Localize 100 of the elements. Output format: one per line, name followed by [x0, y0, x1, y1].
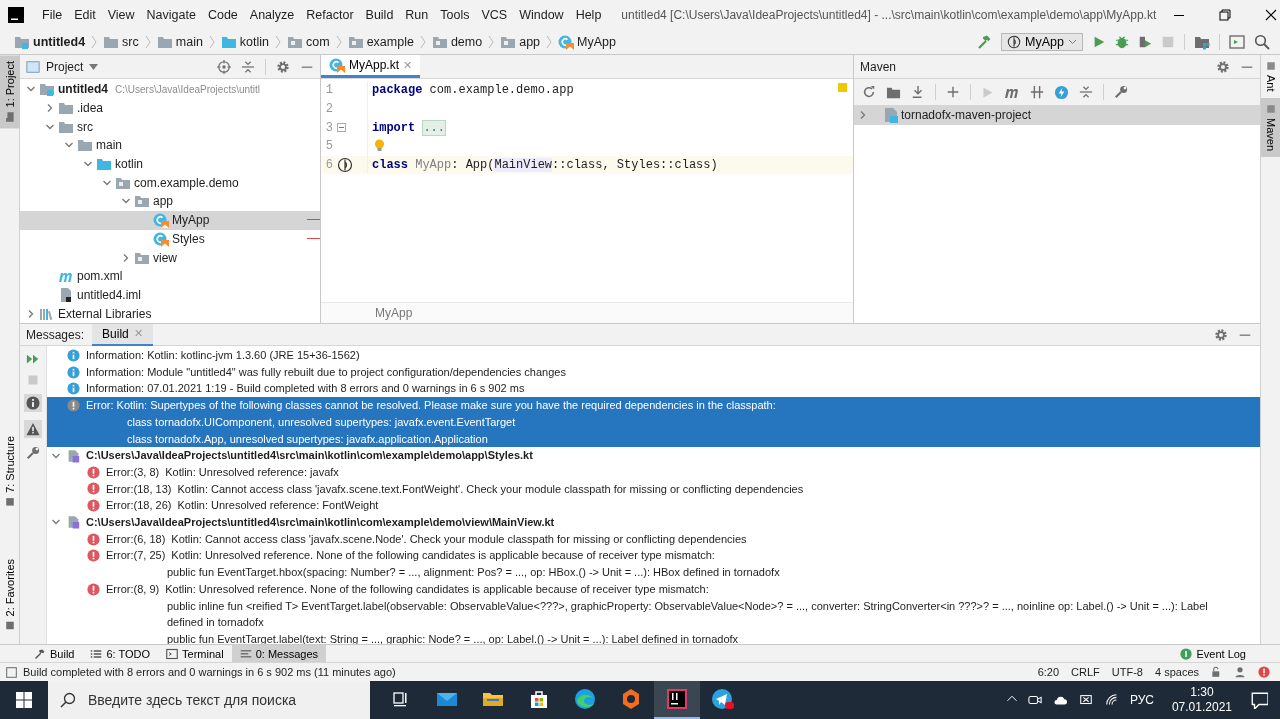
- tree-item[interactable]: MyApp: [20, 210, 320, 230]
- file-row[interactable]: C:\Users\Java\IdeaProjects\untitled4\src\main\kotlin\com\example\demo\view\MainView.kt: [47, 514, 1260, 531]
- locate-icon[interactable]: [217, 59, 231, 74]
- message-row[interactable]: Error:(3, 8) Kotlin: Unresolved reference: javafx: [47, 463, 1260, 481]
- tool-window-tab[interactable]: Maven: [1261, 97, 1280, 157]
- breadcrumb[interactable]: com: [287, 34, 330, 50]
- status-item[interactable]: 6:20: [1037, 666, 1060, 678]
- collapse-all-icon[interactable]: [1079, 85, 1093, 99]
- menu-item[interactable]: Tools: [434, 8, 476, 22]
- breadcrumb[interactable]: app: [500, 34, 541, 50]
- rerun-icon[interactable]: [26, 352, 40, 366]
- wrench-icon[interactable]: [26, 446, 40, 460]
- menu-item[interactable]: Run: [399, 8, 435, 22]
- message-row[interactable]: Information: Module "untitled4" was fully rebuilt due to project configuration/dependencies changes: [47, 363, 1260, 381]
- menu-item[interactable]: Code: [201, 8, 244, 22]
- clock-time[interactable]: 1:30: [1190, 685, 1214, 700]
- tool-window-tab[interactable]: 0: Messages: [231, 644, 327, 663]
- project-structure-icon[interactable]: [1194, 34, 1210, 50]
- tree-item[interactable]: pom.xml: [20, 266, 320, 286]
- breadcrumb[interactable]: untitled4: [14, 34, 86, 50]
- run-gutter-icon[interactable]: [337, 157, 353, 174]
- toggle-offline-icon[interactable]: [1030, 85, 1044, 99]
- tree-item[interactable]: com.example.demo: [20, 173, 320, 193]
- breadcrumb[interactable]: main: [156, 34, 203, 50]
- language-indicator[interactable]: РУС: [1129, 693, 1154, 707]
- inspector-icon[interactable]: [1234, 666, 1246, 678]
- tool-window-tab[interactable]: 2: Favorites: [0, 552, 20, 636]
- menu-item[interactable]: Help: [569, 8, 608, 22]
- menu-item[interactable]: Refactor: [300, 8, 360, 22]
- run-config-dropdown[interactable]: MyApp: [1001, 33, 1083, 51]
- tree-item[interactable]: Styles: [20, 229, 320, 249]
- coverage-icon[interactable]: [1138, 35, 1152, 49]
- lightning-icon[interactable]: [1054, 84, 1069, 100]
- breadcrumb[interactable]: MyApp: [558, 34, 616, 50]
- breadcrumb[interactable]: kotlin: [220, 34, 270, 50]
- menu-item[interactable]: Analyze: [243, 8, 301, 22]
- settings-icon[interactable]: [1214, 327, 1228, 342]
- tree-item[interactable]: External Libraries: [20, 304, 320, 323]
- console-icon[interactable]: [1229, 34, 1245, 50]
- tool-window-tab[interactable]: 6: TODO: [82, 644, 159, 663]
- tool-window-tab[interactable]: 7: Structure: [0, 429, 20, 513]
- dropdown-caret-icon[interactable]: [89, 63, 99, 70]
- search-icon[interactable]: [1254, 34, 1270, 50]
- message-row[interactable]: Error:(18, 26) Kotlin: Unresolved reference: FontWeight: [47, 497, 1260, 515]
- error-icon[interactable]: [1258, 666, 1270, 678]
- tree-item[interactable]: .idea: [20, 98, 320, 118]
- menu-item[interactable]: Edit: [68, 8, 102, 22]
- taskbar-app-button[interactable]: [654, 681, 700, 719]
- tree-item[interactable]: untitled4 C:\Users\Java\IdeaProjects\untitl: [20, 80, 320, 99]
- message-row[interactable]: Information: Kotlin: kotlinc-jvm 1.3.60 (JRE 15+36-1562): [47, 347, 1260, 364]
- network-icon[interactable]: [1077, 693, 1094, 707]
- breadcrumb[interactable]: src: [103, 34, 139, 50]
- breadcrumb[interactable]: example: [347, 34, 414, 50]
- settings-icon[interactable]: [1216, 59, 1230, 74]
- editor-tab[interactable]: MyApp.kt ✕: [321, 55, 420, 78]
- search-bar[interactable]: Введите здесь текст для поиска: [48, 681, 370, 719]
- lock-icon[interactable]: [1211, 666, 1222, 678]
- message-row[interactable]: [47, 397, 1260, 448]
- event-log-button[interactable]: Event Log: [1172, 644, 1254, 663]
- restore-window-icon[interactable]: [1219, 9, 1232, 21]
- wrench-icon[interactable]: [1114, 85, 1128, 99]
- video-call-icon[interactable]: [1027, 693, 1042, 707]
- code-breadcrumb[interactable]: MyApp: [375, 306, 413, 320]
- menu-item[interactable]: Build: [359, 8, 400, 22]
- tool-window-tab[interactable]: 1: Project: [0, 55, 20, 129]
- bug-icon[interactable]: [1115, 35, 1129, 49]
- windows-logo-icon[interactable]: [16, 692, 32, 708]
- menu-item[interactable]: File: [36, 8, 69, 22]
- close-icon[interactable]: [1265, 9, 1278, 21]
- message-row[interactable]: Information: 07.01.2021 1:19 - Build completed with 8 errors and 0 warnings in 6 s 902 ms: [47, 380, 1260, 398]
- search-field[interactable]: Введите здесь текст для поиска: [86, 691, 358, 709]
- messages-tab[interactable]: Build ✕: [92, 323, 153, 346]
- info-filter-icon[interactable]: [26, 396, 40, 410]
- status-item[interactable]: 4 spaces: [1154, 666, 1199, 678]
- message-row[interactable]: Error:(6, 18) Kotlin: Cannot access class 'javafx.scene.Node'. Check your module classpath for missing or conflicting dependencies: [47, 530, 1260, 548]
- menu-item[interactable]: Navigate: [140, 8, 202, 22]
- clock-date[interactable]: 07.01.2021: [1171, 700, 1232, 715]
- breadcrumb[interactable]: demo: [431, 34, 483, 50]
- reload-icon[interactable]: [862, 85, 876, 99]
- warning-filter-icon[interactable]: [26, 422, 40, 436]
- status-item[interactable]: CRLF: [1071, 666, 1100, 678]
- collapse-all-icon[interactable]: [241, 59, 255, 74]
- tree-item[interactable]: src: [20, 117, 320, 137]
- tree-item[interactable]: main: [20, 136, 320, 155]
- tree-item[interactable]: kotlin: [20, 154, 320, 174]
- tool-window-tab[interactable]: Terminal: [158, 644, 232, 663]
- hammer-icon[interactable]: [976, 34, 993, 50]
- tool-window-tab[interactable]: Build: [26, 644, 83, 663]
- tree-item[interactable]: untitled4.iml: [20, 285, 320, 305]
- status-item[interactable]: UTF-8: [1111, 666, 1143, 678]
- menu-item[interactable]: VCS: [475, 8, 514, 22]
- tree-item[interactable]: app: [20, 192, 320, 211]
- message-row[interactable]: Error:(18, 13) Kotlin: Cannot access class 'javafx.scene.text.FontWeight'. Check your module classpath for missing or conflicting dependencies: [47, 480, 1260, 498]
- add-icon[interactable]: [946, 85, 960, 99]
- file-row[interactable]: C:\Users\Java\IdeaProjects\untitled4\src\main\kotlin\com\example\demo\app\Styles.kt: [47, 447, 1260, 464]
- settings-icon[interactable]: [276, 59, 290, 74]
- tree-item[interactable]: tornadofx-maven-project: [854, 106, 1260, 125]
- download-icon[interactable]: [911, 85, 925, 99]
- menu-item[interactable]: View: [101, 8, 141, 22]
- notifications-icon[interactable]: [1250, 691, 1268, 709]
